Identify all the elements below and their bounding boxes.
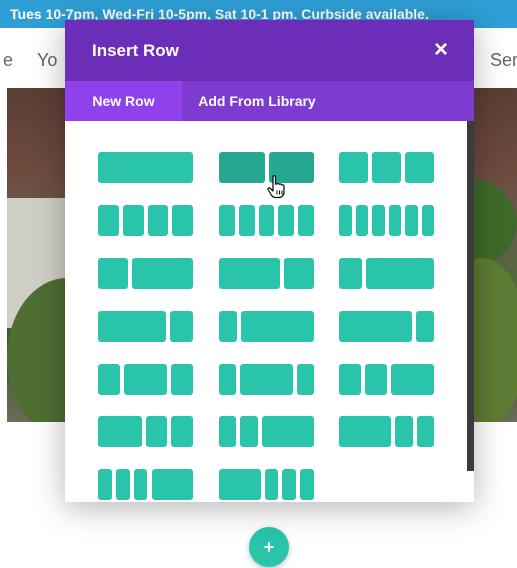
layout-column	[115, 469, 130, 500]
layout-column	[122, 205, 144, 236]
layout-column	[147, 205, 169, 236]
row-layout-option[interactable]	[219, 205, 314, 236]
row-layout-option[interactable]	[98, 258, 193, 289]
layout-column	[339, 258, 362, 289]
row-layout-grid	[65, 121, 466, 502]
modal-title: Insert Row	[92, 41, 179, 60]
layout-column	[98, 416, 142, 447]
layout-column	[219, 311, 238, 342]
layout-column	[390, 364, 434, 395]
row-layout-option[interactable]	[339, 416, 434, 447]
layout-column	[98, 364, 120, 395]
layout-column	[98, 469, 112, 500]
layout-column	[258, 205, 275, 236]
modal-tabs: New Row Add From Library	[65, 81, 474, 121]
modal-header: Insert Row ×	[65, 20, 474, 81]
layout-column	[98, 258, 129, 289]
layout-column	[339, 311, 412, 342]
layout-column	[261, 416, 314, 447]
layout-column	[171, 364, 193, 395]
hand-pointer-icon	[267, 175, 285, 199]
layout-column	[240, 364, 293, 395]
layout-column	[219, 205, 235, 236]
layout-column	[405, 152, 434, 183]
row-layout-option[interactable]	[98, 311, 193, 342]
layout-column	[264, 469, 279, 500]
add-section-button[interactable]: +	[249, 527, 289, 567]
layout-column	[170, 311, 193, 342]
row-layout-option[interactable]	[339, 364, 434, 395]
layout-column	[133, 469, 148, 500]
layout-column	[145, 416, 168, 447]
row-layout-option[interactable]	[219, 416, 314, 447]
layout-column	[98, 152, 193, 183]
layout-column	[415, 311, 434, 342]
layout-column	[171, 416, 193, 447]
layout-column	[416, 416, 434, 447]
layout-column	[296, 364, 314, 395]
layout-column	[278, 205, 295, 236]
layout-column	[283, 258, 314, 289]
tab-add-from-library[interactable]: Add From Library	[182, 81, 332, 121]
layout-column	[151, 469, 193, 500]
layout-column	[238, 205, 255, 236]
row-layout-option[interactable]	[98, 469, 193, 500]
layout-column	[365, 258, 434, 289]
layout-column	[372, 205, 385, 236]
nav-item-fragment-2[interactable]: Ser	[490, 50, 517, 71]
nav-item-fragment-1[interactable]: Yo	[37, 50, 57, 71]
layout-column	[219, 416, 237, 447]
row-layout-option[interactable]	[219, 469, 314, 500]
layout-column	[219, 258, 280, 289]
tab-new-row[interactable]: New Row	[65, 81, 182, 121]
layout-column	[339, 152, 368, 183]
row-layout-option[interactable]	[98, 364, 193, 395]
insert-row-modal: Insert Row × New Row Add From Library	[65, 20, 474, 502]
row-layout-option[interactable]	[339, 258, 434, 289]
row-layout-option[interactable]	[219, 258, 314, 289]
layout-column	[98, 311, 167, 342]
row-layout-option[interactable]	[339, 311, 434, 342]
layout-column	[372, 152, 401, 183]
layout-column	[395, 416, 413, 447]
row-layout-option[interactable]	[339, 205, 434, 236]
row-layout-option[interactable]	[339, 152, 434, 183]
row-layout-option[interactable]	[98, 205, 193, 236]
row-layout-option[interactable]	[219, 311, 314, 342]
layout-column	[339, 364, 361, 395]
layout-column	[388, 205, 401, 236]
layout-column	[405, 205, 418, 236]
layout-column	[339, 416, 392, 447]
layout-column	[355, 205, 368, 236]
layout-column	[219, 152, 265, 183]
layout-column	[300, 469, 314, 500]
row-layout-option[interactable]	[98, 416, 193, 447]
layout-column	[282, 469, 297, 500]
layout-column	[172, 205, 193, 236]
nav-item-fragment-left[interactable]: e	[3, 50, 13, 71]
layout-column	[219, 364, 237, 395]
row-layout-option[interactable]	[219, 364, 314, 395]
layout-column	[364, 364, 387, 395]
layout-column	[241, 311, 314, 342]
layout-column	[219, 469, 261, 500]
layout-column	[123, 364, 168, 395]
layout-column	[132, 258, 193, 289]
layout-column	[240, 416, 258, 447]
layout-column	[298, 205, 314, 236]
close-icon[interactable]: ×	[434, 38, 448, 62]
scrollbar[interactable]	[467, 121, 474, 471]
layout-column	[421, 205, 434, 236]
layout-column	[339, 205, 352, 236]
row-layout-option[interactable]	[98, 152, 193, 183]
layout-column	[98, 205, 119, 236]
